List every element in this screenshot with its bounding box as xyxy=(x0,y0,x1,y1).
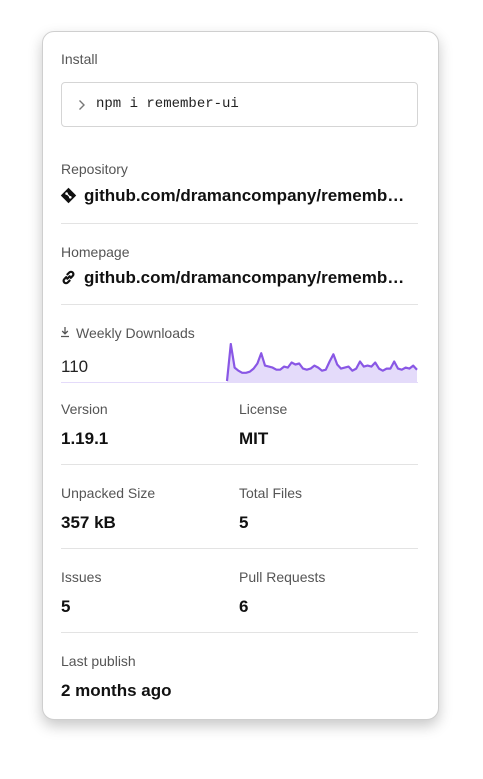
divider xyxy=(61,304,418,305)
repository-label: Repository xyxy=(61,161,128,177)
pull-requests-value[interactable]: 6 xyxy=(239,597,248,617)
downloads-sparkline xyxy=(61,343,418,383)
git-icon xyxy=(60,187,77,204)
repository-link[interactable]: github.com/dramancompany/remembe… xyxy=(84,186,406,206)
weekly-downloads-label: Weekly Downloads xyxy=(76,325,195,341)
sparkline-area xyxy=(227,344,417,382)
divider xyxy=(61,223,418,224)
license-label: License xyxy=(239,401,288,417)
install-command[interactable]: npm i remember-ui xyxy=(96,96,239,112)
install-command-box[interactable]: npm i remember-ui xyxy=(61,82,418,127)
last-publish-label: Last publish xyxy=(61,653,136,669)
divider xyxy=(61,632,418,633)
download-icon xyxy=(61,327,69,338)
unpacked-size-label: Unpacked Size xyxy=(61,485,156,501)
issues-value[interactable]: 5 xyxy=(61,597,70,617)
homepage-link[interactable]: github.com/dramancompany/remembe… xyxy=(84,268,406,288)
pull-requests-label: Pull Requests xyxy=(239,569,326,585)
issues-label: Issues xyxy=(61,569,102,585)
total-files-value: 5 xyxy=(239,513,249,532)
unpacked-size-value: 357 kB xyxy=(61,513,116,532)
link-icon xyxy=(62,270,75,285)
divider xyxy=(61,464,418,465)
divider xyxy=(61,548,418,549)
version-value: 1.19.1 xyxy=(61,429,109,448)
package-sidebar-card: Install npm i remember-ui Repository git… xyxy=(42,31,439,720)
install-label: Install xyxy=(61,51,98,67)
homepage-label: Homepage xyxy=(61,244,130,260)
total-files-label: Total Files xyxy=(239,485,303,501)
version-label: Version xyxy=(61,401,108,417)
last-publish-value: 2 months ago xyxy=(61,681,172,700)
license-value: MIT xyxy=(239,429,269,448)
chevron-right-icon xyxy=(79,100,85,110)
